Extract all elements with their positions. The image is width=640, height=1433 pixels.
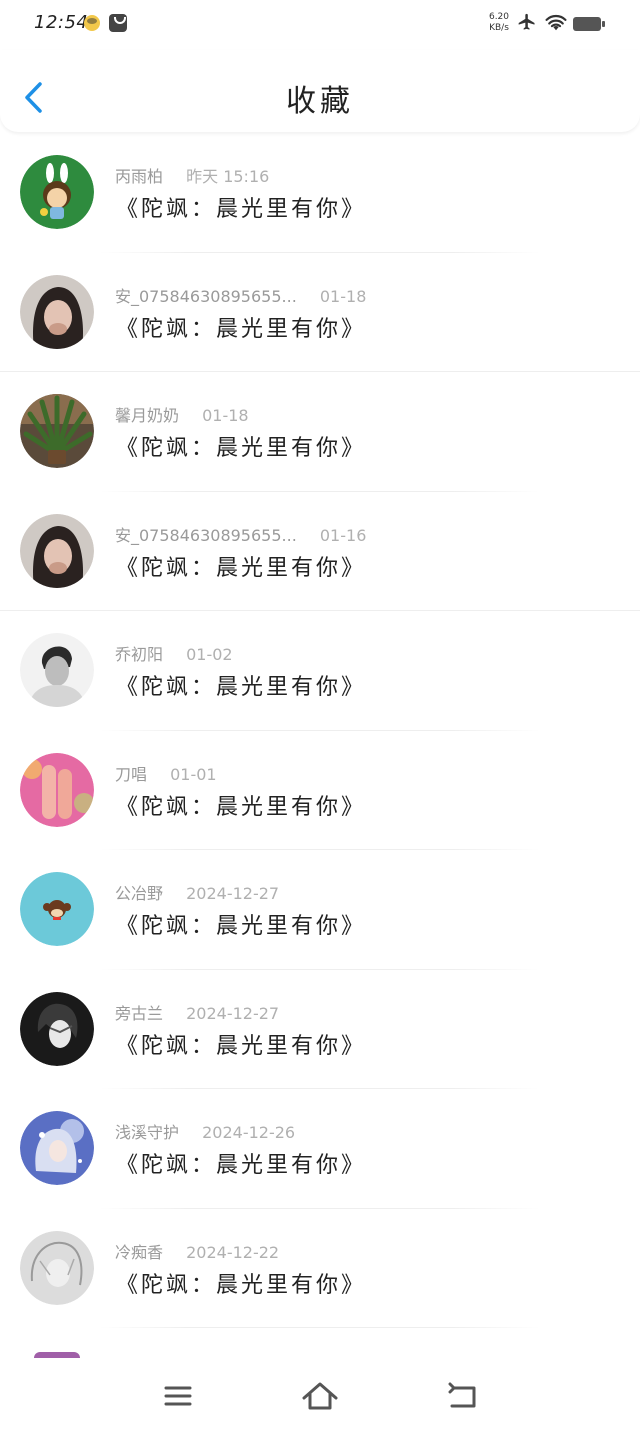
avatar[interactable] xyxy=(20,394,94,468)
favorite-time: 昨天 15:16 xyxy=(186,167,270,186)
favorite-user[interactable]: 冷痴香 xyxy=(115,1239,163,1263)
wifi-icon xyxy=(545,14,567,31)
favorite-meta: 冷痴香 2024-12-22 xyxy=(115,1239,279,1263)
favorite-item[interactable]: 公冶野 2024-12-27 《陀飒：晨光里有你》 xyxy=(0,850,640,970)
favorite-user[interactable]: 旁古兰 xyxy=(115,1000,163,1024)
home-button[interactable] xyxy=(300,1376,340,1416)
favorite-item[interactable]: 刀唱 01-01 《陀飒：晨光里有你》 xyxy=(0,731,640,851)
favorite-time: 01-18 xyxy=(319,286,367,306)
favorite-meta: 安_07584630895655... 01-18 xyxy=(115,283,366,307)
back-icon xyxy=(448,1382,476,1408)
favorite-meta: 安_07584630895655... 01-16 xyxy=(115,522,366,546)
status-bar: 12:54 6.20 KB/s xyxy=(0,0,640,50)
favorite-time: 01-02 xyxy=(186,645,233,664)
favorite-title[interactable]: 《陀飒：晨光里有你》 xyxy=(116,430,366,462)
menu-button[interactable] xyxy=(158,1376,198,1416)
favorite-item[interactable]: 冷痴香 2024-12-22 《陀飒：晨光里有你》 xyxy=(0,1209,640,1329)
bag-icon xyxy=(109,14,127,32)
favorite-user[interactable]: 浅溪守护 xyxy=(115,1119,179,1143)
favorite-item[interactable]: 旁古兰 2024-12-27 《陀飒：晨光里有你》 xyxy=(0,970,640,1090)
favorite-user[interactable]: 乔初阳 xyxy=(115,641,163,665)
avatar[interactable] xyxy=(20,633,94,707)
favorite-title[interactable]: 《陀飒：晨光里有你》 xyxy=(116,1028,366,1060)
favorite-user[interactable]: 安_07584630895655... xyxy=(115,522,297,546)
favorite-item[interactable]: 馨月奶奶 01-18 《陀飒：晨光里有你》 xyxy=(0,372,640,492)
favorite-user[interactable]: 刀唱 xyxy=(115,761,147,785)
header-bar: 收藏 xyxy=(0,50,640,132)
emoji-icon xyxy=(84,15,100,31)
avatar[interactable] xyxy=(20,155,94,229)
favorite-title[interactable]: 《陀飒：晨光里有你》 xyxy=(116,191,366,223)
favorite-meta: 乔初阳 01-02 xyxy=(115,641,233,665)
favorite-time: 01-18 xyxy=(202,406,249,425)
menu-icon xyxy=(164,1386,192,1406)
network-speed-unit: KB/s xyxy=(489,23,509,33)
avatar[interactable] xyxy=(20,991,94,1066)
favorite-title[interactable]: 《陀飒：晨光里有你》 xyxy=(116,550,366,582)
favorite-title[interactable]: 《陀飒：晨光里有你》 xyxy=(116,311,366,343)
favorites-list: 丙雨柏 昨天 15:16 《陀飒：晨光里有你》 安_07584630895655… xyxy=(0,133,640,1358)
avatar[interactable] xyxy=(20,274,94,349)
favorite-title[interactable]: 《陀飒：晨光里有你》 xyxy=(116,789,366,821)
battery-icon xyxy=(573,17,605,31)
network-speed-value: 6.20 xyxy=(488,12,510,22)
avatar[interactable] xyxy=(20,872,94,946)
avatar[interactable] xyxy=(20,513,94,588)
favorite-meta: 旁古兰 2024-12-27 xyxy=(115,1000,279,1024)
avatar[interactable] xyxy=(20,752,94,827)
favorite-time: 2024-12-26 xyxy=(202,1123,296,1142)
favorite-meta: 馨月奶奶 01-18 xyxy=(115,402,249,426)
favorite-meta: 丙雨柏 昨天 15:16 xyxy=(115,163,269,187)
favorite-user[interactable]: 公冶野 xyxy=(115,880,163,904)
favorite-title[interactable]: 《陀飒：晨光里有你》 xyxy=(116,908,366,940)
favorite-meta: 刀唱 01-01 xyxy=(115,761,217,785)
favorite-title[interactable]: 《陀飒：晨光里有你》 xyxy=(116,1147,366,1179)
network-speed: 6.20 KB/s xyxy=(486,12,512,34)
favorite-item[interactable]: 浅溪守护 2024-12-26 《陀飒：晨光里有你》 xyxy=(0,1089,640,1209)
favorite-title[interactable]: 《陀飒：晨光里有你》 xyxy=(116,669,366,701)
favorite-time: 2024-12-22 xyxy=(186,1242,280,1262)
favorite-item[interactable]: 乔初阳 01-02 《陀飒：晨光里有你》 xyxy=(0,611,640,731)
favorite-time: 01-16 xyxy=(319,525,367,545)
avatar[interactable] xyxy=(20,1230,94,1305)
status-time: 12:54 xyxy=(34,12,89,33)
system-nav-bar xyxy=(0,1358,640,1433)
favorite-meta: 公冶野 2024-12-27 xyxy=(115,880,279,904)
favorite-item[interactable]: 丙雨柏 昨天 15:16 《陀飒：晨光里有你》 xyxy=(0,133,640,253)
avatar[interactable] xyxy=(20,1111,94,1185)
favorite-time: 2024-12-27 xyxy=(186,884,280,903)
favorite-time: 01-01 xyxy=(170,764,217,784)
favorite-user[interactable]: 安_07584630895655... xyxy=(115,283,297,307)
favorite-user[interactable]: 丙雨柏 xyxy=(115,163,163,187)
favorite-user[interactable]: 馨月奶奶 xyxy=(115,402,179,426)
airplane-icon xyxy=(518,13,535,30)
favorite-item[interactable]: 安_07584630895655... 01-16 《陀飒：晨光里有你》 xyxy=(0,492,640,612)
favorite-meta: 浅溪守护 2024-12-26 xyxy=(115,1119,295,1143)
favorite-time: 2024-12-27 xyxy=(186,1003,280,1023)
system-back-button[interactable] xyxy=(442,1376,482,1416)
home-icon xyxy=(302,1382,338,1410)
favorite-item[interactable]: 安_07584630895655... 01-18 《陀飒：晨光里有你》 xyxy=(0,253,640,373)
page-title: 收藏 xyxy=(286,84,354,119)
favorite-title[interactable]: 《陀飒：晨光里有你》 xyxy=(116,1267,366,1299)
